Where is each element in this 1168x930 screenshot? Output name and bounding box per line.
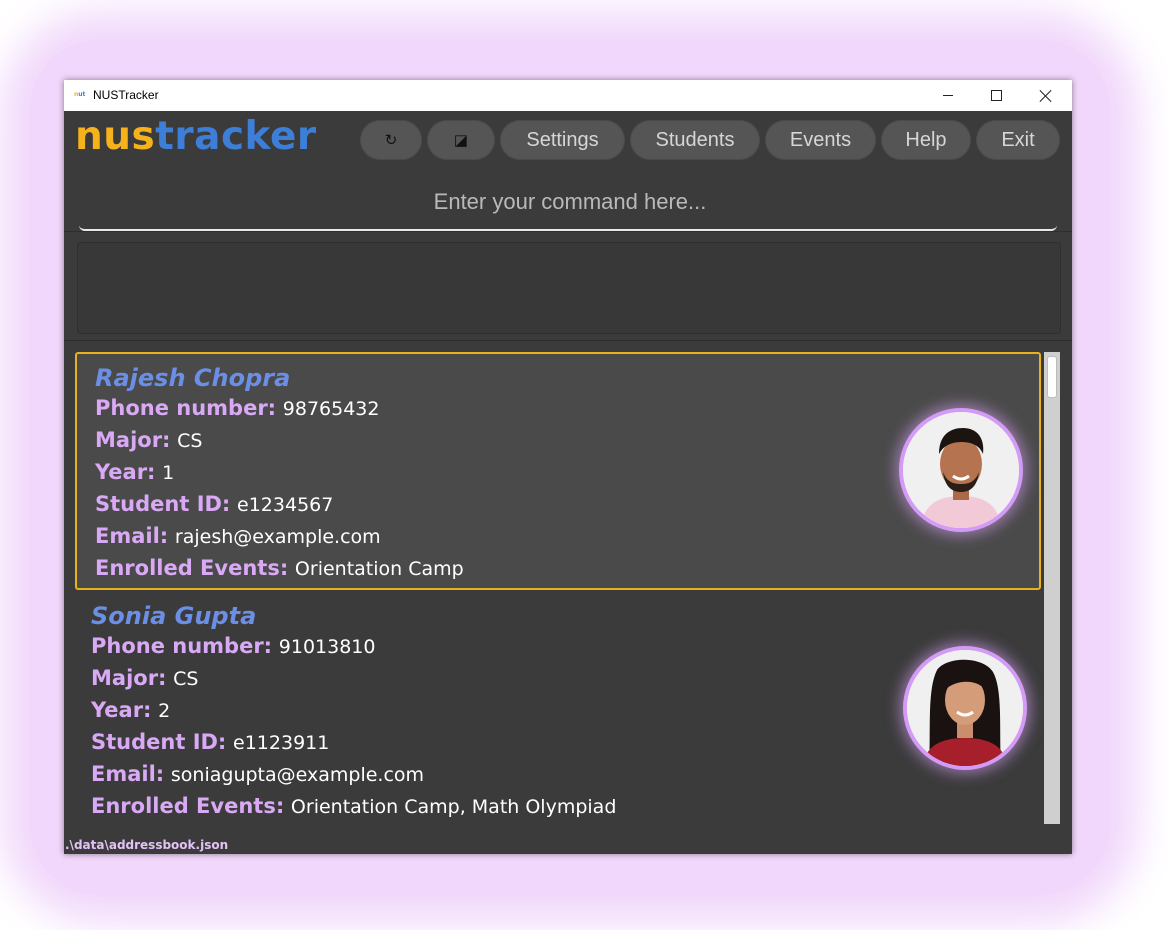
student-card[interactable]: Rajesh Chopra Phone number: 98765432 Maj…: [75, 352, 1041, 590]
phone-field: Phone number: 98765432: [95, 396, 380, 420]
app-icon: nut: [74, 91, 86, 98]
phone-value: 91013810: [278, 636, 376, 658]
minimize-icon: [943, 95, 953, 96]
student-photo: [903, 412, 1019, 528]
email-field: Email: rajesh@example.com: [95, 524, 381, 548]
phone-label: Phone number:: [91, 634, 273, 658]
email-field: Email: soniagupta@example.com: [91, 762, 424, 786]
phone-value: 98765432: [282, 398, 380, 420]
window-title: NUSTracker: [93, 88, 159, 102]
title-bar: nut NUSTracker: [64, 80, 1072, 111]
student-id-field: Student ID: e1234567: [95, 492, 333, 516]
theme-icon: ◪: [453, 132, 469, 149]
major-value: CS: [173, 668, 199, 690]
logo-nus: nus: [75, 114, 156, 159]
status-file-path: .\data\addressbook.json: [64, 836, 1072, 854]
major-field: Major: CS: [95, 428, 202, 452]
header-bar: nustracker ↻ ◪ Settings Students Events …: [64, 111, 1072, 169]
email-value: rajesh@example.com: [174, 526, 381, 548]
help-button[interactable]: Help: [881, 120, 971, 160]
command-input[interactable]: [79, 172, 1061, 231]
year-value: 2: [158, 700, 171, 722]
theme-toggle-button[interactable]: ◪: [427, 120, 495, 160]
major-field: Major: CS: [91, 666, 198, 690]
events-label: Enrolled Events:: [95, 556, 289, 580]
refresh-button[interactable]: ↻: [360, 120, 422, 160]
scrollbar-thumb[interactable]: [1047, 356, 1057, 398]
events-field: Enrolled Events: Orientation Camp: [95, 556, 464, 580]
list-scrollbar[interactable]: [1044, 352, 1060, 824]
close-icon: [1040, 90, 1052, 102]
command-box: [79, 172, 1061, 231]
refresh-icon: ↻: [384, 132, 398, 149]
divider: [64, 340, 1072, 341]
phone-field: Phone number: 91013810: [91, 634, 376, 658]
settings-button[interactable]: Settings: [500, 120, 625, 160]
avatar: [903, 646, 1027, 770]
year-label: Year:: [91, 698, 152, 722]
app-logo: nustracker: [75, 112, 317, 162]
email-value: soniagupta@example.com: [170, 764, 425, 786]
events-value: Orientation Camp: [294, 558, 464, 580]
students-button[interactable]: Students: [630, 120, 760, 160]
phone-label: Phone number:: [95, 396, 277, 420]
events-button[interactable]: Events: [765, 120, 876, 160]
major-label: Major:: [91, 666, 167, 690]
student-id-field: Student ID: e1123911: [91, 730, 329, 754]
student-name: Rajesh Chopra: [95, 364, 291, 392]
email-label: Email:: [95, 524, 169, 548]
year-value: 1: [162, 462, 175, 484]
app-window: nut NUSTracker nustracker ↻ ◪ Settings S…: [64, 80, 1072, 854]
student-name: Sonia Gupta: [91, 602, 257, 630]
student-photo: [907, 650, 1023, 766]
student-id-label: Student ID:: [95, 492, 231, 516]
events-value: Orientation Camp, Math Olympiad: [290, 796, 617, 818]
email-label: Email:: [91, 762, 165, 786]
year-label: Year:: [95, 460, 156, 484]
maximize-icon: [990, 90, 1002, 101]
avatar: [899, 408, 1023, 532]
exit-button[interactable]: Exit: [976, 120, 1060, 160]
divider: [64, 231, 1072, 232]
events-field: Enrolled Events: Orientation Camp, Math …: [91, 794, 616, 818]
close-button[interactable]: [1022, 80, 1070, 111]
major-label: Major:: [95, 428, 171, 452]
student-id-value: e1234567: [237, 494, 334, 516]
events-label: Enrolled Events:: [91, 794, 285, 818]
year-field: Year: 1: [95, 460, 174, 484]
logo-tracker: tracker: [155, 114, 317, 159]
result-display: [77, 242, 1061, 334]
student-card[interactable]: Sonia Gupta Phone number: 91013810 Major…: [75, 592, 1041, 824]
student-list[interactable]: Rajesh Chopra Phone number: 98765432 Maj…: [75, 352, 1045, 824]
maximize-button[interactable]: [972, 80, 1020, 111]
student-id-label: Student ID:: [91, 730, 227, 754]
major-value: CS: [177, 430, 203, 452]
minimize-button[interactable]: [924, 80, 972, 111]
student-id-value: e1123911: [233, 732, 330, 754]
year-field: Year: 2: [91, 698, 170, 722]
